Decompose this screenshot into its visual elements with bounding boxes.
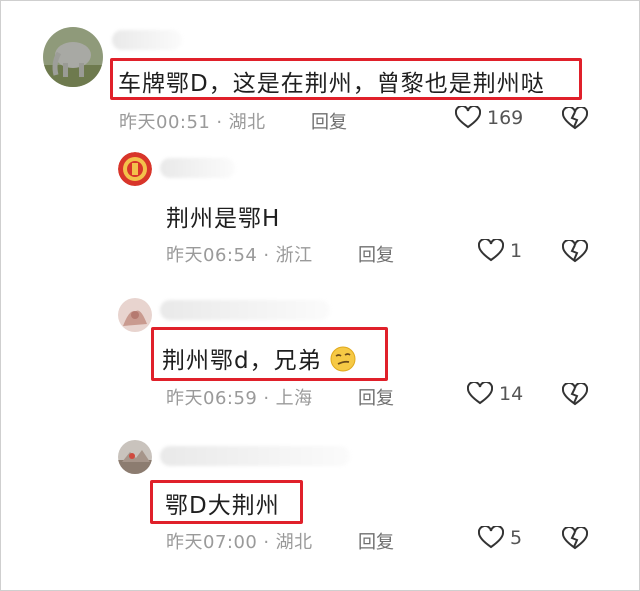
highlight-box [150,480,303,524]
dislike-button[interactable] [561,525,589,555]
avatar[interactable] [43,27,103,87]
avatar[interactable] [118,298,152,332]
username-blurred[interactable] [160,446,350,466]
like-button[interactable]: 14 [467,382,523,406]
broken-heart-icon [561,381,589,406]
hands-photo-avatar [118,298,152,332]
dislike-button[interactable] [561,381,589,411]
like-count: 5 [510,527,523,549]
location: 浙江 [275,245,313,266]
dislike-button[interactable] [561,238,589,268]
timestamp: 昨天06:59 [166,388,258,409]
username-blurred[interactable] [160,158,235,178]
broken-heart-icon [561,105,589,130]
comment-text: 荆州是鄂H [166,206,281,232]
heart-icon [455,106,481,129]
comment-meta: 昨天06:54 · 浙江 [166,245,313,266]
like-button[interactable]: 1 [478,239,522,263]
like-count: 169 [487,107,524,129]
broken-heart-icon [561,525,589,550]
location: 湖北 [228,112,266,133]
comment-meta: 昨天00:51 · 湖北 [119,112,266,133]
timestamp: 昨天07:00 [166,532,258,553]
broken-heart-icon [561,238,589,263]
reply-button[interactable]: 回复 [358,528,394,554]
like-button[interactable]: 169 [455,106,523,130]
location: 湖北 [275,532,313,553]
reply-button[interactable]: 回复 [358,241,394,267]
heart-icon [478,526,504,549]
timestamp: 昨天00:51 [119,112,211,133]
comment-meta: 昨天07:00 · 湖北 [166,532,313,553]
heart-icon [478,239,504,262]
heart-icon [467,382,493,405]
highlight-box [110,58,582,100]
like-button[interactable]: 5 [478,526,522,550]
elephant-photo-avatar [43,27,103,87]
avatar[interactable] [118,440,152,474]
emblem-avatar [118,152,152,186]
like-count: 1 [510,240,523,262]
highlight-box [151,327,388,381]
timestamp: 昨天06:54 [166,245,258,266]
reply-button[interactable]: 回复 [358,384,394,410]
landscape-photo-avatar [118,440,152,474]
reply-button[interactable]: 回复 [311,108,347,134]
like-count: 14 [499,383,524,405]
dislike-button[interactable] [561,105,589,135]
comment-meta: 昨天06:59 · 上海 [166,388,313,409]
avatar[interactable] [118,152,152,186]
location: 上海 [275,388,313,409]
username-blurred[interactable] [112,30,182,50]
username-blurred[interactable] [160,300,330,320]
